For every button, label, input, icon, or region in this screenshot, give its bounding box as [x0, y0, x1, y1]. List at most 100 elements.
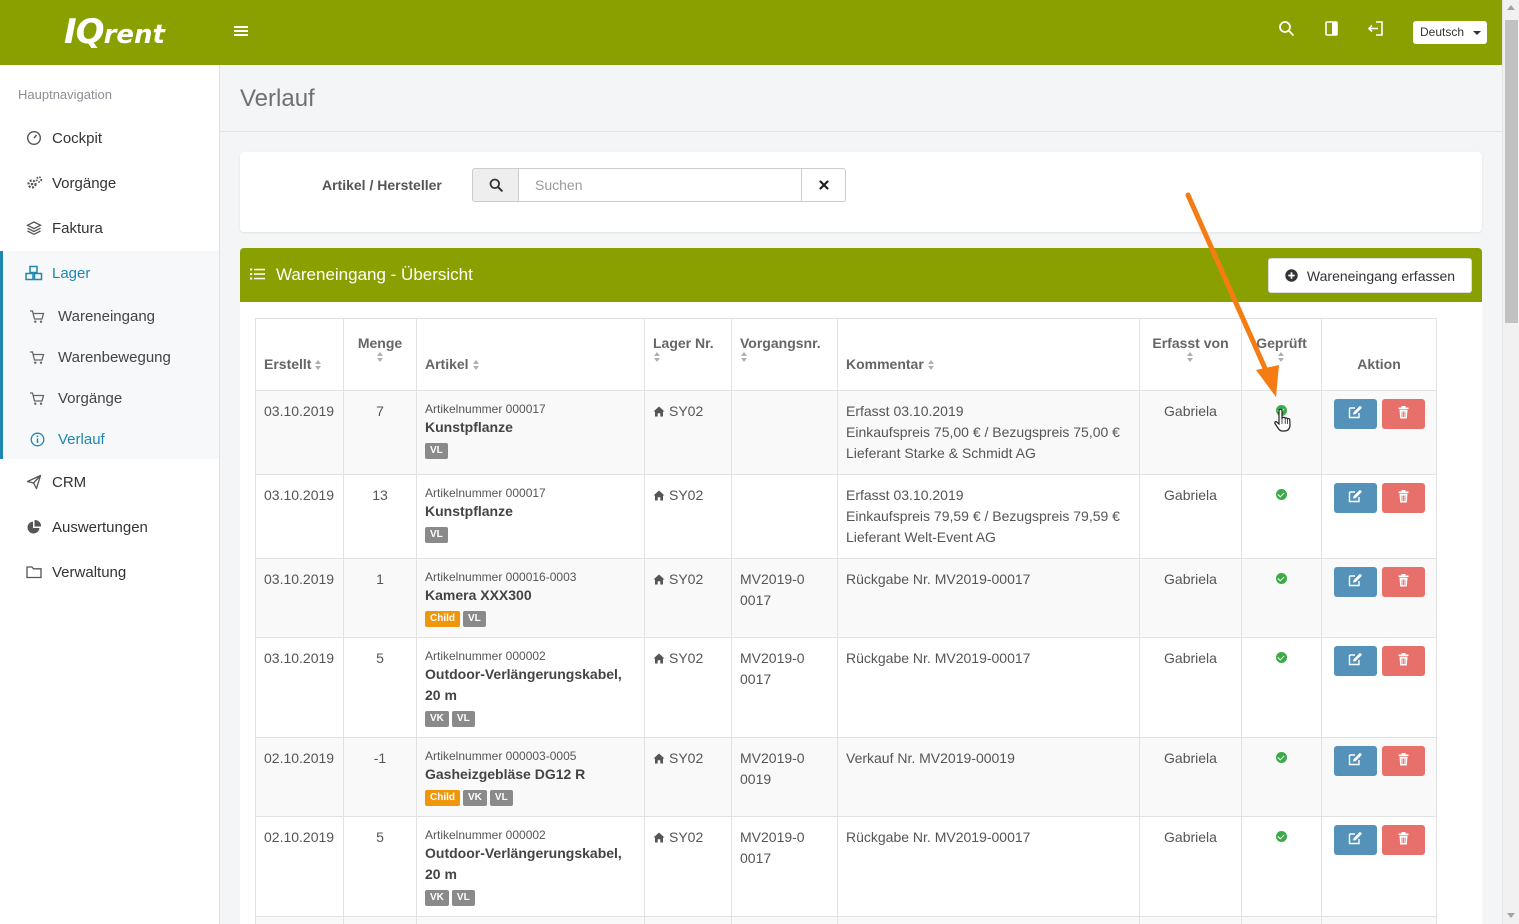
check-circle-icon[interactable] — [1276, 752, 1287, 763]
scroll-down-icon[interactable] — [1507, 913, 1515, 918]
sidebar-item-cockpit[interactable]: Cockpit — [0, 118, 219, 158]
search-button[interactable] — [472, 168, 519, 202]
info-icon — [28, 430, 46, 448]
edit-button[interactable] — [1333, 825, 1377, 855]
col-menge[interactable]: Menge — [343, 318, 417, 391]
sidebar-subitem-warenbewegung[interactable]: Warenbewegung — [3, 338, 219, 376]
sort-icon[interactable] — [927, 360, 935, 371]
col-erstellt[interactable]: Erstellt — [255, 318, 344, 391]
comment-line: Erfasst 03.10.2019 — [846, 487, 964, 503]
app-logo[interactable]: IQrent — [64, 12, 165, 55]
badge-list: VL — [425, 438, 636, 459]
clear-search-button[interactable] — [801, 168, 846, 202]
delete-button[interactable] — [1381, 483, 1425, 513]
sort-icon[interactable] — [472, 360, 480, 371]
edit-button[interactable] — [1333, 646, 1377, 676]
cell-erfasst-von: Gabriela — [1139, 816, 1242, 917]
columns-icon[interactable] — [1324, 20, 1346, 42]
comment-line: Einkaufspreis 79,59 € / Bezugspreis 79,5… — [846, 508, 1120, 524]
table-row[interactable]: 03.10.2019 13 Artikelnummer 000017 Kunstpfl… — [255, 474, 1437, 559]
cell-kommentar: Rückgabe Nr. MV2019-00017 — [837, 558, 1140, 638]
language-select[interactable]: Deutsch — [1413, 21, 1487, 44]
check-circle-icon[interactable] — [1276, 573, 1287, 584]
article-name[interactable]: Kamera XXX300 — [425, 585, 636, 606]
badge-child: Child — [425, 790, 460, 806]
page-scrollbar[interactable] — [1502, 0, 1519, 924]
logout-icon[interactable] — [1367, 20, 1389, 42]
delete-button[interactable] — [1381, 567, 1425, 597]
table-row[interactable]: 02.10.2019-10Artikelnummer 000002SY02MV2… — [255, 916, 1437, 924]
delete-button[interactable] — [1381, 399, 1425, 429]
check-circle-icon[interactable] — [1276, 652, 1287, 663]
cell-artikel: Artikelnummer 000002 Outdoor-Verlängerung… — [416, 637, 645, 738]
sidebar-subitem-wareneingang[interactable]: Wareneingang — [3, 297, 219, 335]
sort-icon[interactable] — [654, 352, 661, 362]
sidebar-item-faktura[interactable]: Faktura — [0, 208, 219, 248]
sort-icon[interactable] — [741, 352, 748, 362]
badge-vl: VL — [451, 890, 475, 906]
check-circle-icon[interactable] — [1276, 489, 1287, 500]
edit-button[interactable] — [1333, 483, 1377, 513]
cell-kommentar: Rückgabe Nr. MV2019-00017 — [837, 637, 1140, 738]
sidebar-subitem-vorgaenge[interactable]: Vorgänge — [3, 379, 219, 417]
sort-icon[interactable] — [376, 352, 384, 362]
article-number: Artikelnummer 000002 — [425, 828, 546, 842]
sidebar-item-vorgaenge[interactable]: Vorgänge — [0, 163, 219, 203]
check-circle-icon[interactable] — [1276, 405, 1287, 416]
col-geprueft[interactable]: Geprüft — [1241, 318, 1322, 391]
search-input[interactable] — [519, 168, 802, 202]
col-vorgangsnr[interactable]: Vorgangsnr. — [731, 318, 838, 391]
cell-lager: SY02 — [644, 390, 732, 475]
col-erfasst-von[interactable]: Erfasst von — [1139, 318, 1242, 391]
article-name[interactable]: Kunstpflanze — [425, 501, 636, 522]
comment-line: Verkauf Nr. MV2019-00019 — [846, 750, 1015, 766]
article-name[interactable]: Kunstpflanze — [425, 417, 636, 438]
col-kommentar[interactable]: Kommentar — [837, 318, 1140, 391]
vorgangsnr: MV2019-00019 — [740, 750, 805, 787]
table-row[interactable]: 03.10.2019 5 Artikelnummer 000002 Outdoor-V… — [255, 637, 1437, 738]
sort-icon[interactable] — [315, 360, 322, 371]
edit-button[interactable] — [1333, 399, 1377, 429]
cell-aktion — [1321, 558, 1437, 638]
edit-icon — [1348, 651, 1363, 672]
cell-menge: -1 — [343, 737, 417, 817]
sidebar-subitem-verlauf[interactable]: Verlauf — [3, 420, 219, 458]
cell-aktion — [1321, 737, 1437, 817]
edit-button[interactable] — [1333, 567, 1377, 597]
sidebar-item-auswertungen[interactable]: Auswertungen — [0, 507, 219, 547]
article-name[interactable]: Outdoor-Verlängerungskabel, 20 m — [425, 843, 636, 885]
table-row[interactable]: 03.10.2019 7 Artikelnummer 000017 Kunstpfla… — [255, 390, 1437, 475]
home-icon — [653, 486, 665, 507]
top-bar: IQrent Deutsch — [0, 0, 1502, 65]
cell-erstellt: 03.10.2019 — [255, 474, 344, 559]
add-wareneingang-button[interactable]: Wareneingang erfassen — [1268, 258, 1472, 293]
col-lager-nr[interactable]: Lager Nr. — [644, 318, 732, 391]
menu-icon[interactable] — [234, 24, 248, 38]
page-header: Verlauf — [220, 65, 1502, 132]
sidebar-item-verwaltung[interactable]: Verwaltung — [0, 552, 219, 592]
article-name[interactable]: Outdoor-Verlängerungskabel, 20 m — [425, 664, 636, 706]
table-row[interactable]: 02.10.2019 -1 Artikelnummer 000003-0005 Gas… — [255, 737, 1437, 817]
delete-button[interactable] — [1381, 646, 1425, 676]
cell-kommentar: Erfasst 03.10.2019 Einkaufspreis 79,59 € … — [837, 474, 1140, 559]
table-row[interactable]: 03.10.2019 1 Artikelnummer 000016-0003 Kame… — [255, 558, 1437, 638]
edit-button[interactable] — [1333, 746, 1377, 776]
scroll-up-icon[interactable] — [1507, 5, 1515, 10]
check-circle-icon[interactable] — [1276, 831, 1287, 842]
sidebar-item-crm[interactable]: CRM — [0, 462, 219, 502]
search-icon[interactable] — [1278, 20, 1300, 42]
lager-nr: SY02 — [669, 750, 704, 766]
delete-button[interactable] — [1381, 746, 1425, 776]
cell-vorgangsnr: MV2019-00017 — [731, 816, 838, 917]
sidebar-item-lager[interactable]: Lager — [3, 253, 219, 293]
sort-icon[interactable] — [1278, 352, 1285, 362]
sort-icon[interactable] — [1187, 352, 1194, 362]
delete-button[interactable] — [1381, 825, 1425, 855]
cell-erstellt: 02.10.2019 — [255, 816, 344, 917]
table-row[interactable]: 02.10.2019 5 Artikelnummer 000002 Outdoor-V… — [255, 816, 1437, 917]
scrollbar-thumb[interactable] — [1505, 20, 1518, 323]
col-artikel[interactable]: Artikel — [416, 318, 645, 391]
cell-lager: SY02 — [644, 816, 732, 917]
cell-erstellt: 02.10.2019 — [255, 737, 344, 817]
article-name[interactable]: Gasheizgebläse DG12 R — [425, 764, 636, 785]
